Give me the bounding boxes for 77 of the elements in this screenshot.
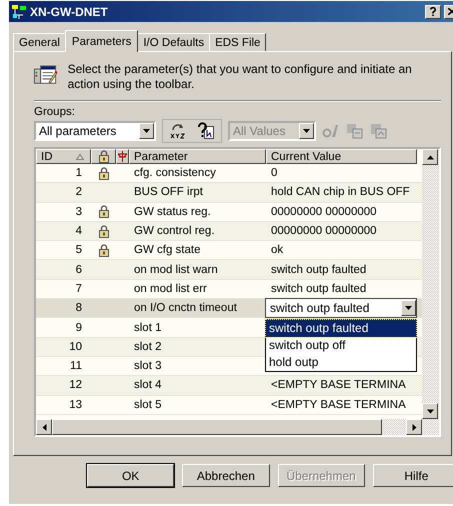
scroll-down-icon [426, 408, 434, 414]
id-cell-text: 6 [74, 264, 83, 276]
groups-label: Groups: [34, 106, 76, 118]
value-cell-text: <EMPTY BASE TERMINA [270, 398, 407, 411]
id-cell-text: 1 [74, 167, 83, 180]
id-cell-text: 7 [74, 282, 83, 295]
parameter-cell-text: cfg. consistency [133, 167, 217, 180]
parameter-cell-text: slot 2 [133, 340, 162, 353]
id-cell-text: 9 [74, 322, 83, 334]
table-row[interactable]: 4 GW control reg. 00000000 00000000 [36, 222, 422, 242]
help-query-icon[interactable] [197, 122, 215, 140]
table-row[interactable]: 8 on I/O cnctn timeout switch outp faulted [36, 299, 422, 318]
signal-mast-icon [118, 151, 127, 162]
value-dropdown[interactable]: switch outp faulted [265, 298, 417, 318]
dropdown-option[interactable]: switch outp off [266, 337, 416, 354]
column-header[interactable]: ID [36, 149, 91, 164]
scroll-left-icon [40, 424, 48, 430]
network-app-icon [11, 4, 27, 20]
dialog-button[interactable]: Hilfe [372, 464, 453, 487]
padlock-icon [98, 150, 108, 163]
value-cell-text: <EMPTY BASE TERMINA [270, 379, 407, 392]
dialog-button[interactable]: Abbrechen [182, 464, 270, 487]
dropdown-option[interactable]: switch outp faulted [266, 320, 416, 338]
scroll-right-icon [410, 424, 418, 430]
horizontal-scrollbar[interactable] [36, 419, 439, 435]
parameter-cell-text: slot 1 [133, 322, 162, 334]
column-header[interactable]: Current Value [266, 149, 417, 164]
dropdown-arrow-icon [405, 306, 412, 310]
tab[interactable]: Parameters [64, 30, 138, 52]
value-cell-text: ok [270, 244, 284, 256]
parameter-cell-text: slot 4 [133, 379, 162, 392]
value-cell-text: 00000000 00000000 [270, 225, 378, 238]
value-cell-text: 0 [270, 167, 278, 180]
parameter-cell-text: on mod list warn [133, 264, 219, 276]
id-cell-text: 4 [74, 225, 83, 238]
groups-dropdown[interactable]: All parameters [34, 121, 156, 141]
parameter-cell-text: slot 5 [133, 398, 162, 411]
id-cell-text: 5 [74, 244, 83, 256]
value-cell-text: 00000000 00000000 [270, 206, 378, 218]
parameter-cell-text: GW status reg. [133, 206, 212, 218]
parameter-cell-text: GW cfg state [133, 244, 202, 256]
sort-ascending-icon [76, 154, 84, 160]
table-row[interactable]: 13 slot 5 <EMPTY BASE TERMINA [36, 396, 422, 415]
help-icon [430, 7, 436, 16]
priority-column-header[interactable] [116, 149, 129, 164]
dialog-button[interactable]: OK [87, 464, 174, 487]
id-cell-text: 8 [74, 302, 83, 314]
parameter-cell-text: on I/O cnctn timeout [133, 302, 238, 314]
parameter-cell-text: on mod list err [133, 282, 208, 295]
tab[interactable]: EDS File [209, 33, 266, 51]
scroll-up-icon [426, 154, 434, 160]
table-row[interactable]: 2 BUS OFF irpt hold CAN chip in BUS OFF [36, 183, 422, 203]
parameter-cell-text: BUS OFF irpt [133, 186, 204, 198]
table-row[interactable]: 6 on mod list warn switch outp faulted [36, 260, 422, 280]
sort-xyz-icon[interactable] [169, 122, 187, 140]
value-cell-text: switch outp faulted [270, 264, 368, 276]
vertical-scrollbar[interactable] [422, 149, 439, 419]
id-cell-text: 13 [68, 398, 83, 411]
window-title: XN-GW-DNET [30, 4, 109, 18]
dropdown-option[interactable]: hold outp [266, 354, 416, 372]
tab[interactable]: General [13, 33, 66, 51]
dropdown-arrow-icon [143, 129, 150, 133]
parameter-cell-text: slot 3 [133, 360, 162, 372]
value-cell-text: hold CAN chip in BUS OFF [270, 186, 411, 198]
value-cell-text: switch outp faulted [270, 282, 368, 295]
instruction-text: Select the parameter(s) that you want to configure and initiate an action using the toolbar. [68, 62, 413, 92]
table-row[interactable]: 12 slot 4 <EMPTY BASE TERMINA [36, 376, 422, 396]
id-cell-text: 10 [68, 340, 83, 353]
id-cell-text: 11 [69, 360, 83, 372]
dropdown-arrow-icon [303, 129, 310, 133]
help-button[interactable] [425, 4, 441, 18]
column-header[interactable]: Parameter [129, 149, 266, 164]
parameter-cell-text: GW control reg. [133, 225, 216, 238]
id-cell-text: 3 [74, 206, 83, 218]
id-cell-text: 2 [74, 186, 83, 198]
id-cell-text: 12 [68, 379, 83, 392]
lock-column-header[interactable] [91, 149, 116, 164]
